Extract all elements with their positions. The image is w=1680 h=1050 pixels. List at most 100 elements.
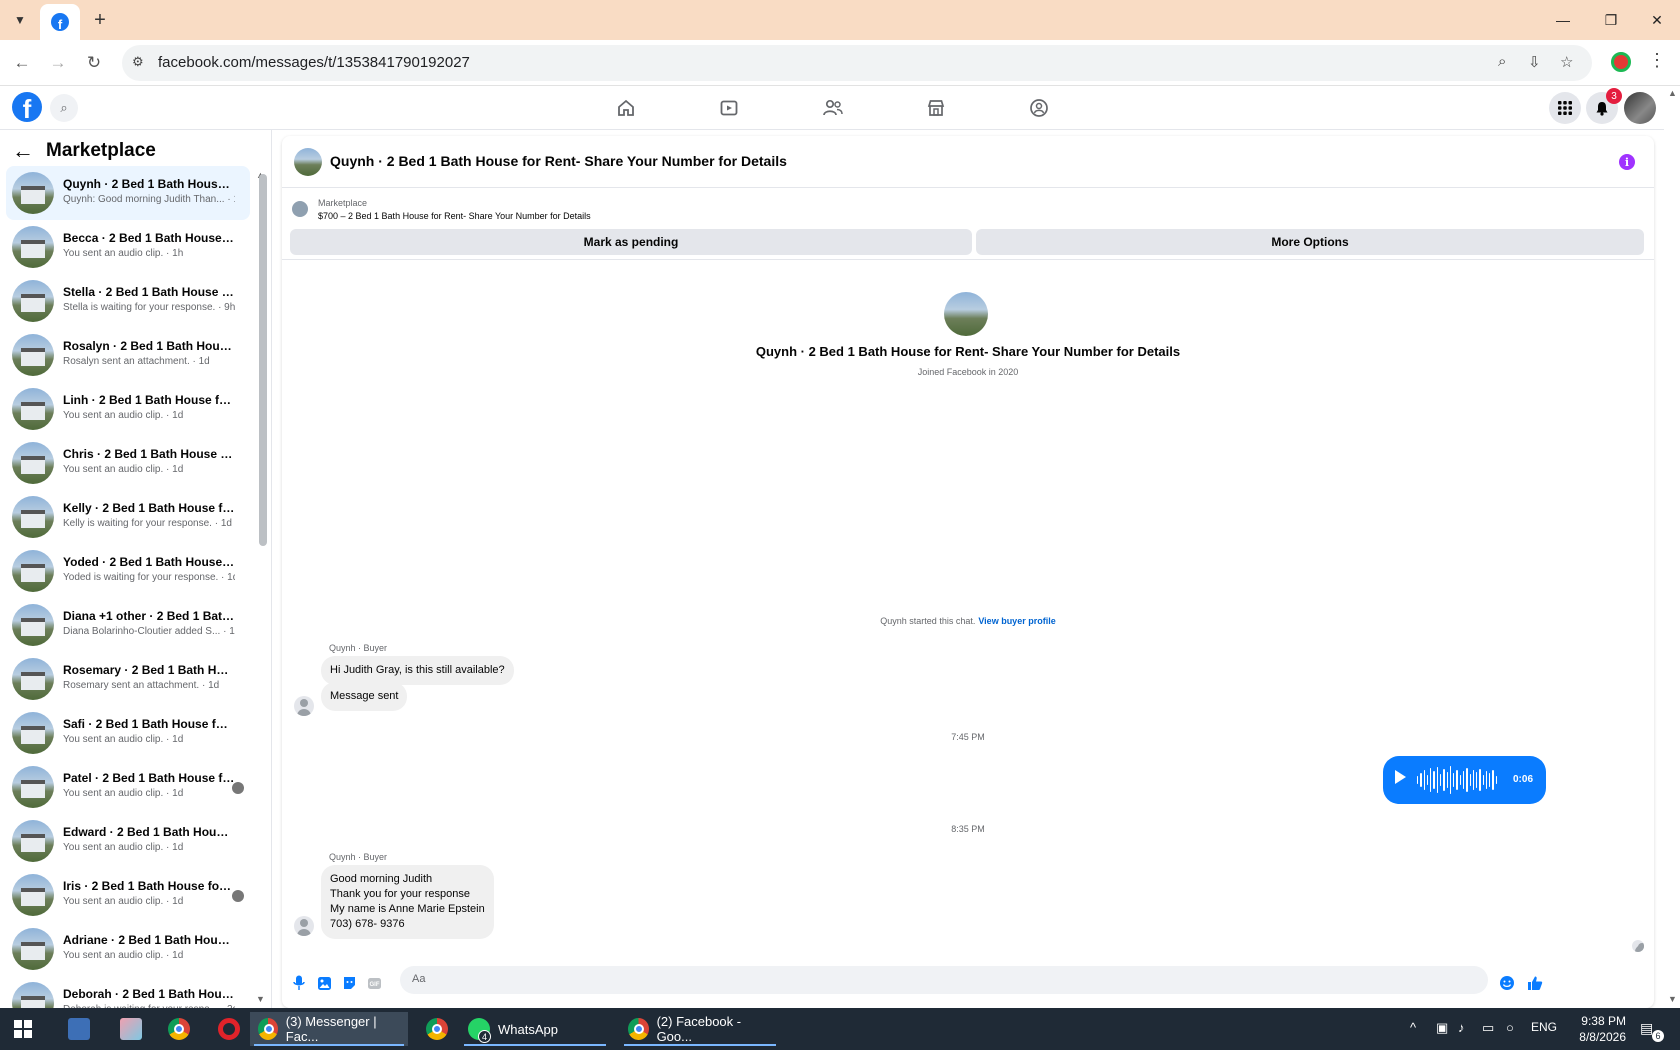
taskbar-opera-button[interactable] [210, 1012, 248, 1046]
conversation-item[interactable]: Edward · 2 Bed 1 Bath House fo... You sen… [6, 814, 250, 868]
sticker-icon[interactable] [340, 974, 358, 992]
conversation-item[interactable]: Rosemary · 2 Bed 1 Bath House ... Rosemar… [6, 652, 250, 706]
url-text[interactable]: facebook.com/messages/t/1353841790192027 [158, 54, 470, 71]
conversation-item[interactable]: Rosalyn · 2 Bed 1 Bath House fo... Rosaly… [6, 328, 250, 382]
incoming-message[interactable]: Message sent [321, 682, 408, 711]
waveform-bar [1443, 769, 1445, 791]
conversation-item[interactable]: Safi · 2 Bed 1 Bath House for Re... You s… [6, 706, 250, 760]
conversation-item[interactable]: Becca · 2 Bed 1 Bath House for ... You se… [6, 220, 250, 274]
marketplace-icon[interactable] [923, 96, 949, 120]
mark-as-pending-button[interactable]: Mark as pending [290, 229, 972, 255]
browser-menu-icon[interactable]: ⋮ [1648, 50, 1666, 71]
windows-start-icon[interactable] [14, 1020, 32, 1038]
chat-title[interactable]: Quynh · 2 Bed 1 Bath House for Rent- Sha… [330, 153, 787, 169]
seen-avatar [232, 782, 244, 794]
language-indicator[interactable]: ENG [1531, 1020, 1557, 1034]
conversation-item[interactable]: Linh · 2 Bed 1 Bath House for R... You se… [6, 382, 250, 436]
taskbar-chrome-button[interactable] [418, 1012, 456, 1046]
browser-tab-facebook[interactable]: f [40, 4, 80, 40]
volume-icon[interactable]: ♪ [1458, 1020, 1465, 1035]
conversation-item[interactable]: Diana +1 other · 2 Bed 1 Bath H... Diana … [6, 598, 250, 652]
message-input[interactable]: Aa [400, 966, 1488, 994]
tray-overflow-icon[interactable]: ^ [1410, 1020, 1416, 1035]
taskbar-app-icon[interactable] [112, 1012, 150, 1046]
friends-icon[interactable] [820, 96, 846, 120]
battery-icon[interactable]: ○ [1506, 1020, 1514, 1035]
view-buyer-profile-link[interactable]: View buyer profile [978, 616, 1055, 626]
conversation-preview: Rosalyn sent an attachment. · 1d [63, 356, 210, 367]
taskbar-app-icon[interactable] [60, 1012, 98, 1046]
taskbar-whatsapp-window[interactable]: 4 WhatsApp [460, 1012, 610, 1046]
conversation-item[interactable]: Deborah · 2 Bed 1 Bath House f...Deborah… [6, 976, 250, 1008]
emoji-icon[interactable] [1498, 974, 1516, 992]
conversation-item[interactable]: Adriane · 2 Bed 1 Bath House fo... You se… [6, 922, 250, 976]
chrome-icon [258, 1018, 278, 1040]
conversation-item[interactable]: Kelly · 2 Bed 1 Bath House for R... Kelly… [6, 490, 250, 544]
audio-message[interactable]: 0:06 [1383, 756, 1546, 804]
home-icon[interactable] [613, 96, 639, 120]
gif-icon[interactable]: GIF [365, 974, 383, 992]
conversation-item[interactable]: Quynh · 2 Bed 1 Bath House for... Quynh: … [6, 166, 250, 220]
photo-icon[interactable] [315, 974, 333, 992]
browser-profile-icon[interactable] [1611, 52, 1631, 72]
close-window-button[interactable]: ✕ [1634, 0, 1680, 40]
conversation-item[interactable]: Iris · 2 Bed 1 Bath House for ... You sen… [6, 868, 250, 922]
listing-thumbnail[interactable] [292, 201, 308, 217]
zoom-icon[interactable]: ⌕ [1498, 53, 1506, 70]
forward-arrow-icon[interactable]: → [44, 49, 72, 77]
minimize-button[interactable]: — [1540, 0, 1586, 40]
back-arrow-icon[interactable]: ← [12, 138, 34, 164]
more-options-button[interactable]: More Options [976, 229, 1644, 255]
page-scrollbar[interactable]: ▲ ▼ [1664, 86, 1680, 1008]
buyer-avatar[interactable] [294, 916, 314, 936]
video-icon[interactable] [716, 96, 742, 120]
buyer-avatar[interactable] [294, 696, 314, 716]
listing-title[interactable]: $700 – 2 Bed 1 Bath House for Rent- Shar… [318, 211, 591, 221]
back-arrow-icon[interactable]: ← [8, 49, 36, 77]
listing-thumbnail [12, 658, 54, 700]
install-app-icon[interactable]: ⇩ [1528, 53, 1541, 71]
bookmark-star-icon[interactable]: ☆ [1560, 53, 1573, 71]
taskbar-window-label: (3) Messenger | Fac... [285, 1014, 377, 1044]
scroll-down-icon[interactable]: ▼ [256, 994, 265, 1004]
site-info-icon[interactable]: ⚙ [132, 54, 144, 70]
menu-grid-icon[interactable] [1549, 92, 1581, 124]
conversation-name: Chris · 2 Bed 1 Bath House for R... [63, 447, 235, 461]
groups-icon[interactable] [1026, 96, 1052, 120]
microphone-icon[interactable] [290, 974, 308, 992]
search-icon[interactable]: ⌕ [50, 94, 78, 122]
buyer-intro-avatar[interactable] [944, 292, 988, 336]
play-icon[interactable] [1395, 770, 1406, 784]
waveform-bar [1436, 767, 1438, 793]
conversation-name: Rosalyn · 2 Bed 1 Bath House fo... [63, 339, 235, 353]
new-tab-button[interactable]: + [88, 8, 112, 32]
account-avatar[interactable] [1624, 92, 1656, 124]
network-icon[interactable]: ▭ [1482, 1020, 1494, 1036]
incoming-message[interactable]: Good morning Judith Thank you for your r… [321, 865, 494, 939]
whatsapp-badge: 4 [478, 1030, 491, 1043]
chat-listing-thumbnail[interactable] [294, 148, 322, 176]
tray-meet-icon[interactable]: ▣ [1436, 1020, 1448, 1036]
browser-tab-strip: ▼ f + — ❐ ✕ [0, 0, 1680, 40]
page-scroll-down-icon[interactable]: ▼ [1668, 994, 1677, 1004]
incoming-message[interactable]: Hi Judith Gray, is this still available? [321, 656, 514, 685]
page-scroll-up-icon[interactable]: ▲ [1668, 88, 1677, 98]
conversation-item[interactable]: Yoded · 2 Bed 1 Bath House for ... Yoded … [6, 544, 250, 598]
like-thumb-icon[interactable] [1526, 974, 1544, 992]
system-clock[interactable]: 9:38 PM 8/8/2026 [1562, 1013, 1626, 1045]
conversation-scrollbar[interactable] [259, 174, 267, 546]
facebook-logo-icon[interactable]: f [12, 92, 42, 122]
taskbar-messenger-window[interactable]: (3) Messenger | Fac... [250, 1012, 408, 1046]
conversation-item[interactable]: Chris · 2 Bed 1 Bath House for R... You s… [6, 436, 250, 490]
info-icon[interactable]: i [1619, 154, 1635, 170]
conversation-item[interactable]: Patel · 2 Bed 1 Bath House fo... You sent… [6, 760, 250, 814]
taskbar-facebook-window[interactable]: (2) Facebook - Goo... [620, 1012, 780, 1046]
reload-icon[interactable]: ↻ [80, 49, 108, 77]
address-bar[interactable]: ⚙ facebook.com/messages/t/13538417901920… [122, 45, 1592, 81]
waveform-bar [1485, 771, 1488, 789]
sender-label: Quynh · Buyer [329, 643, 388, 653]
restore-button[interactable]: ❐ [1588, 0, 1634, 40]
conversation-item[interactable]: Stella · 2 Bed 1 Bath House for ... Stell… [6, 274, 250, 328]
tab-search-chevron-icon[interactable]: ▼ [8, 8, 32, 32]
taskbar-chrome-button[interactable] [160, 1012, 198, 1046]
